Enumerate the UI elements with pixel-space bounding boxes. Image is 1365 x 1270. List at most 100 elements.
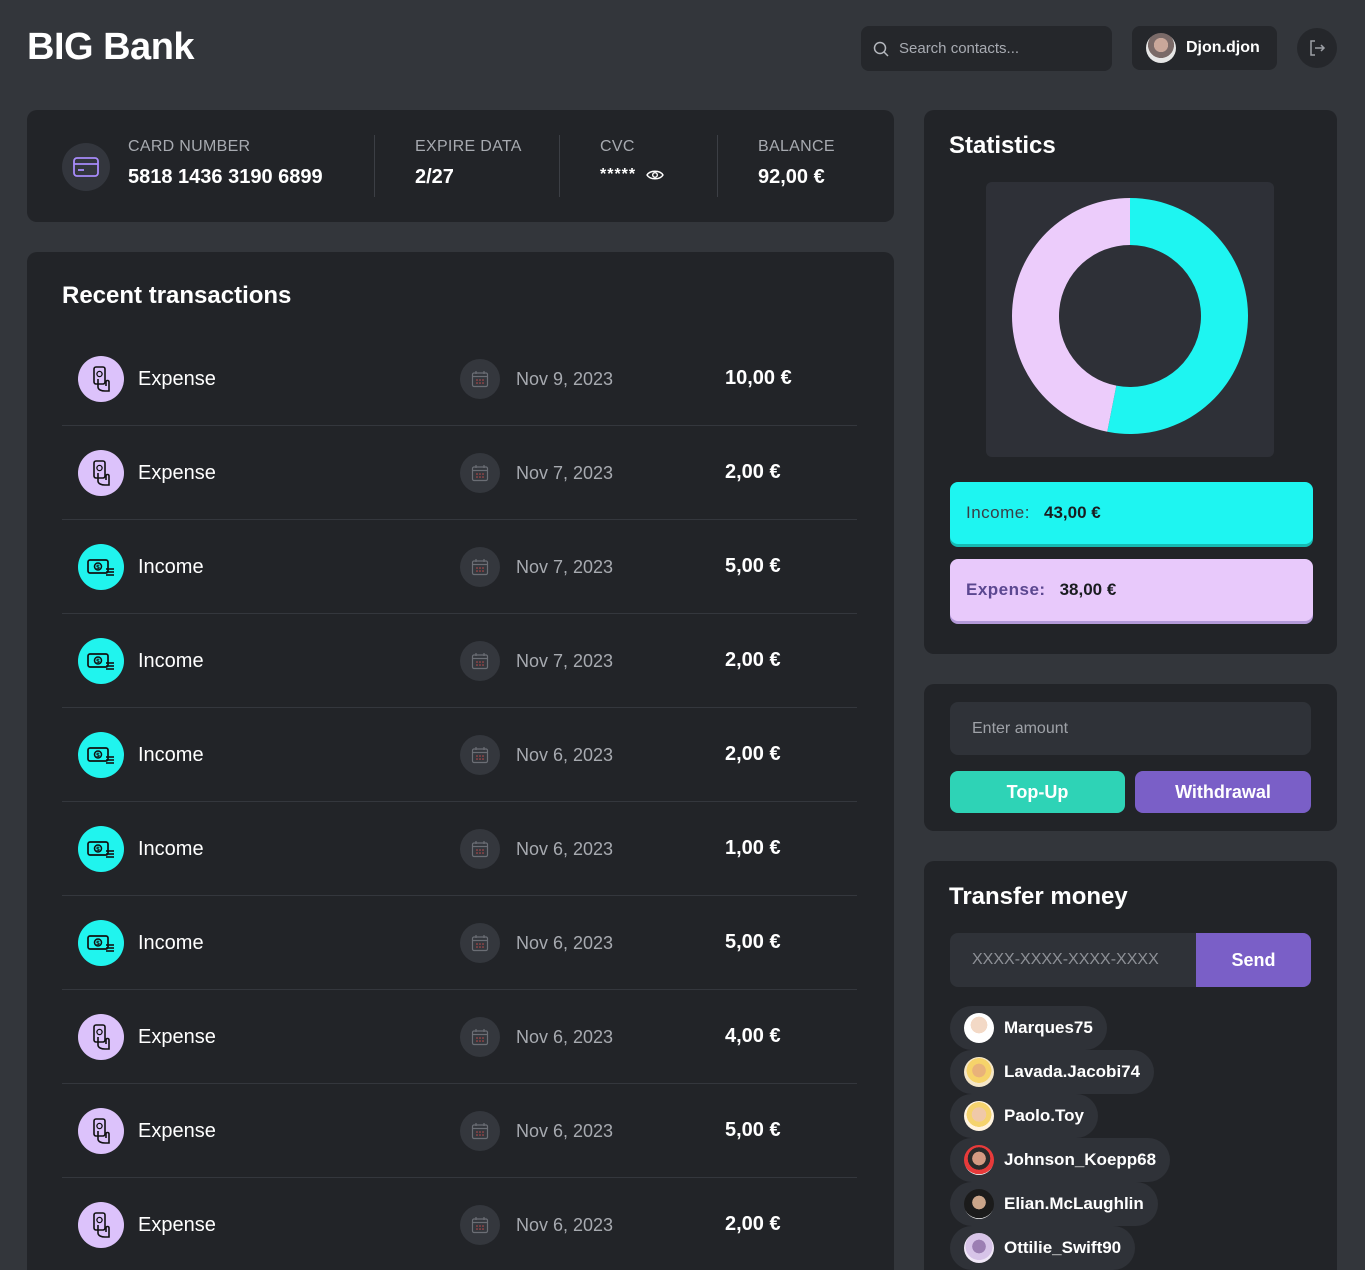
income-summary: Income: 43,00 € — [950, 482, 1313, 544]
contact-name: Paolo.Toy — [1004, 1106, 1084, 1125]
calendar-icon — [460, 641, 500, 681]
income-label: Income: — [966, 503, 1030, 522]
balance-label: BALANCE — [758, 138, 835, 155]
contact-chip[interactable]: Paolo.Toy — [950, 1094, 1098, 1138]
transaction-type: Expense — [138, 1120, 216, 1142]
user-avatar — [1146, 33, 1176, 63]
calendar-icon — [460, 547, 500, 587]
search-input[interactable] — [899, 40, 1099, 57]
transaction-date: Nov 7, 2023 — [516, 557, 614, 577]
amount-input[interactable] — [950, 702, 1311, 755]
card-number-value: 5818 1436 3190 6899 — [128, 166, 323, 188]
transaction-date: Nov 6, 2023 — [516, 1215, 614, 1235]
income-cash-icon: $ — [78, 638, 124, 684]
contact-avatar — [964, 1189, 994, 1219]
calendar-icon — [460, 453, 500, 493]
calendar-icon — [460, 1205, 500, 1245]
eye-icon[interactable] — [646, 169, 664, 181]
expense-hand-phone-icon — [78, 450, 124, 496]
logout-button[interactable] — [1297, 28, 1337, 68]
expire-field: EXPIRE DATA 2/27 — [415, 138, 522, 189]
transaction-row[interactable]: Expense Nov 6, 2023 4,00 € — [62, 990, 857, 1084]
transfer-title: Transfer money — [949, 883, 1128, 910]
send-button[interactable]: Send — [1196, 933, 1311, 987]
calendar-icon — [460, 923, 500, 963]
expense-value: 38,00 € — [1059, 580, 1117, 599]
transaction-type: Expense — [138, 1026, 216, 1048]
donut-slice-expense — [1012, 198, 1130, 432]
transaction-type: Expense — [138, 462, 216, 484]
contact-chip[interactable]: Johnson_Koepp68 — [950, 1138, 1171, 1182]
transaction-row[interactable]: $ Income Nov 7, 2023 5,00 € — [62, 520, 857, 614]
transaction-row[interactable]: Expense Nov 6, 2023 2,00 € — [62, 1178, 857, 1270]
balance-field: BALANCE 92,00 € — [758, 138, 835, 189]
search-icon — [873, 41, 889, 57]
divider — [559, 135, 560, 197]
transaction-date: Nov 6, 2023 — [516, 839, 614, 859]
divider — [374, 135, 375, 197]
contact-chip[interactable]: Elian.McLaughlin — [950, 1182, 1158, 1226]
app-logo: BIG Bank — [27, 26, 195, 68]
transaction-amount: 2,00 € — [725, 743, 781, 765]
contact-name: Ottilie_Swift90 — [1004, 1238, 1122, 1257]
svg-text:$: $ — [96, 564, 100, 571]
cvc-value: ***** — [600, 166, 637, 183]
transaction-amount: 4,00 € — [725, 1025, 781, 1047]
income-cash-icon: $ — [78, 920, 124, 966]
calendar-icon — [460, 359, 500, 399]
expire-label: EXPIRE DATA — [415, 138, 522, 155]
transaction-row[interactable]: $ Income Nov 6, 2023 5,00 € — [62, 896, 857, 990]
transactions-title: Recent transactions — [62, 282, 292, 309]
card-number-input[interactable] — [950, 933, 1197, 987]
income-value: 43,00 € — [1043, 503, 1101, 522]
transaction-date: Nov 6, 2023 — [516, 745, 614, 765]
calendar-icon — [460, 735, 500, 775]
logout-icon — [1310, 40, 1326, 56]
withdrawal-button[interactable]: Withdrawal — [1135, 771, 1311, 813]
cvc-value-row: ***** — [600, 166, 664, 184]
transaction-date: Nov 7, 2023 — [516, 463, 614, 483]
transaction-date: Nov 7, 2023 — [516, 651, 614, 671]
expire-value: 2/27 — [415, 166, 454, 188]
transaction-type: Income — [138, 838, 204, 860]
topup-panel: Top-Up Withdrawal — [924, 684, 1337, 831]
contact-chip[interactable]: Marques75 — [950, 1006, 1107, 1050]
recent-transactions-panel: Recent transactions Expense Nov 9, 2023 10… — [27, 252, 894, 1270]
transaction-row[interactable]: $ Income Nov 7, 2023 2,00 € — [62, 614, 857, 708]
topup-button[interactable]: Top-Up — [950, 771, 1125, 813]
transaction-amount: 5,00 € — [725, 1119, 781, 1141]
expense-summary: Expense: 38,00 € — [950, 559, 1313, 621]
contact-avatar — [964, 1013, 994, 1043]
contact-name: Elian.McLaughlin — [1004, 1194, 1144, 1213]
contact-chip[interactable]: Ottilie_Swift90 — [950, 1226, 1136, 1270]
calendar-icon — [460, 1017, 500, 1057]
donut-chart — [986, 182, 1274, 457]
card-info-panel: CARD NUMBER 5818 1436 3190 6899 EXPIRE D… — [27, 110, 894, 222]
transaction-amount: 2,00 € — [725, 1213, 781, 1235]
transaction-type: Income — [138, 650, 204, 672]
transaction-type: Expense — [138, 368, 216, 390]
transaction-type: Expense — [138, 1214, 216, 1236]
svg-text:$: $ — [96, 940, 100, 947]
transaction-amount: 5,00 € — [725, 555, 781, 577]
expense-hand-phone-icon — [78, 356, 124, 402]
contact-chip[interactable]: Lavada.Jacobi74 — [950, 1050, 1155, 1094]
svg-text:$: $ — [96, 846, 100, 853]
user-menu[interactable]: Djon.djon — [1132, 26, 1277, 70]
contact-avatar — [964, 1057, 994, 1087]
transaction-row[interactable]: $ Income Nov 6, 2023 1,00 € — [62, 802, 857, 896]
transaction-amount: 5,00 € — [725, 931, 781, 953]
transaction-row[interactable]: Expense Nov 6, 2023 5,00 € — [62, 1084, 857, 1178]
transaction-row[interactable]: Expense Nov 7, 2023 2,00 € — [62, 426, 857, 520]
search-box[interactable] — [861, 26, 1112, 71]
transaction-row[interactable]: Expense Nov 9, 2023 10,00 € — [62, 332, 857, 426]
expense-hand-phone-icon — [78, 1202, 124, 1248]
contact-name: Johnson_Koepp68 — [1004, 1150, 1157, 1169]
contact-avatar — [964, 1233, 994, 1263]
contact-avatar — [964, 1145, 994, 1175]
cvc-label: CVC — [600, 138, 635, 155]
transaction-type: Income — [138, 744, 204, 766]
svg-text:$: $ — [96, 658, 100, 665]
transaction-row[interactable]: $ Income Nov 6, 2023 2,00 € — [62, 708, 857, 802]
balance-value: 92,00 € — [758, 166, 825, 188]
